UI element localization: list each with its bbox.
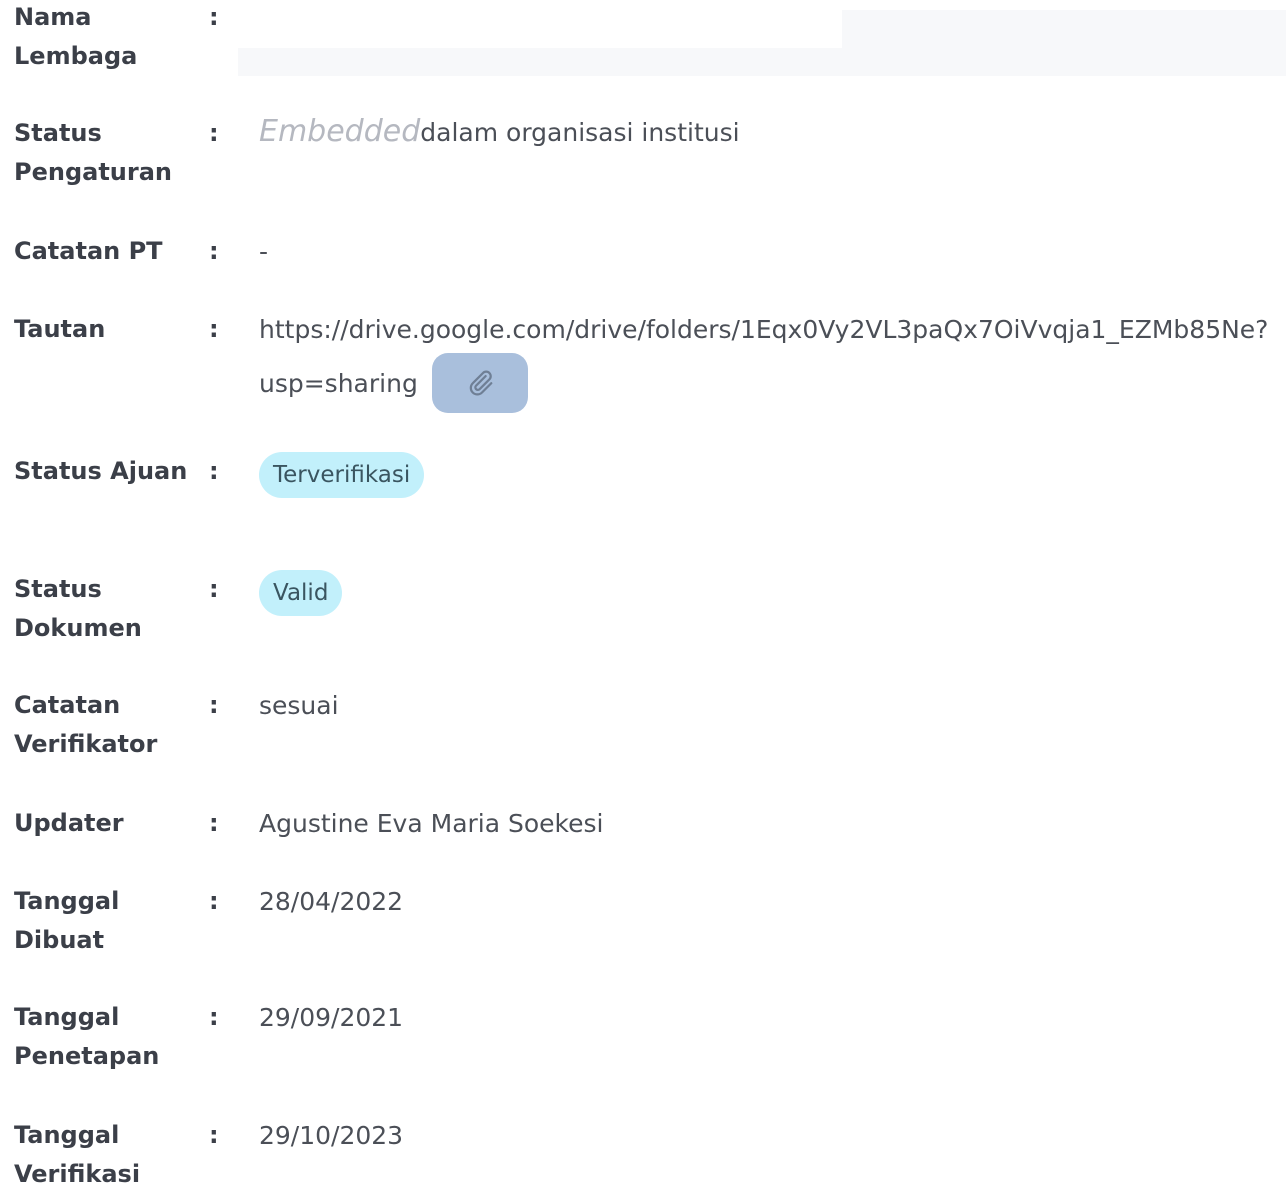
field-value: 28/04/2022 (259, 887, 404, 916)
field-label: Tanggal Verifikasi (14, 1121, 141, 1188)
field-label: Tautan (14, 315, 106, 343)
value-italic: Embedded (259, 114, 421, 149)
field-value: - (259, 237, 269, 266)
status-badge: Terverifikasi (259, 452, 425, 498)
status-badge: Valid (259, 570, 343, 616)
field-label: Catatan PT (14, 237, 163, 265)
field-value: Terverifikasi (259, 452, 1286, 498)
colon: : (209, 3, 219, 31)
colon: : (209, 119, 219, 147)
redacted-value-box (238, 10, 842, 48)
field-value: sesuai (259, 691, 339, 720)
drive-link-line2: usp=sharing (259, 353, 1286, 415)
field-value: Valid (259, 570, 1286, 616)
field-label: Status Dokumen (14, 575, 142, 642)
colon: : (209, 691, 219, 719)
field-label: Tanggal Dibuat (14, 887, 120, 954)
paperclip-icon (469, 370, 493, 396)
colon: : (209, 457, 219, 485)
colon: : (209, 575, 219, 603)
field-label: Updater (14, 809, 124, 837)
field-value: https://drive.google.com/drive/folders/1… (259, 305, 1286, 415)
field-value: Agustine Eva Maria Soekesi (259, 809, 604, 838)
field-label: Catatan Verifikator (14, 691, 158, 758)
value-rest: dalam organisasi institusi (420, 118, 740, 147)
colon: : (209, 809, 219, 837)
field-label: Nama Lembaga (14, 3, 138, 70)
drive-link[interactable]: https://drive.google.com/drive/folders/1… (259, 305, 1286, 355)
colon: : (209, 1121, 219, 1149)
field-label: Status Pengaturan (14, 119, 173, 186)
colon: : (209, 315, 219, 343)
field-label: Status Ajuan (14, 457, 188, 485)
attachment-button[interactable] (431, 353, 528, 413)
field-value: Embeddeddalam organisasi institusi (259, 112, 1286, 152)
colon: : (209, 887, 219, 915)
drive-link-tail[interactable]: usp=sharing (259, 369, 418, 398)
field-value: 29/09/2021 (259, 1003, 404, 1032)
colon: : (209, 237, 219, 265)
redacted-value-bar (238, 10, 1286, 76)
field-label: Tanggal Penetapan (14, 1003, 160, 1070)
colon: : (209, 1003, 219, 1031)
field-value: 29/10/2023 (259, 1121, 404, 1150)
